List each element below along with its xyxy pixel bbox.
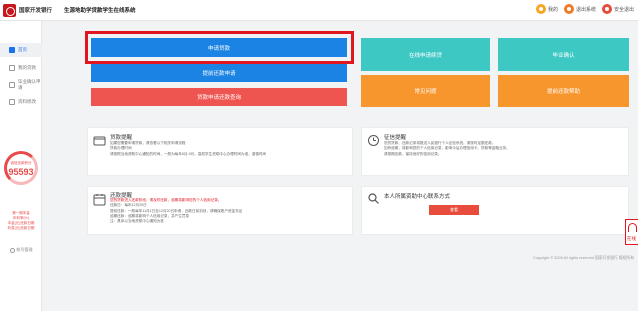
repay-notice-line: 注：具体以当地资助中心通知为准	[110, 219, 164, 224]
account-manage-link[interactable]: 帐号管理	[0, 247, 42, 253]
wallet-icon	[93, 136, 106, 146]
credit-notice-line: 请按期还款，保持良好的信用记录。	[384, 151, 442, 156]
logout-label: 退出系统	[575, 6, 596, 13]
document-icon	[9, 65, 15, 71]
sidebar-item-profile[interactable]: 资料修改	[0, 95, 42, 109]
prepay-help-button[interactable]: 提前还款帮助	[498, 75, 629, 107]
loan-notice-line: 请按照当地资助中心通知的时间，一般为每年6月-9月，高校学生资助中心办理时间为准…	[110, 151, 267, 156]
note-line: 利息(元)还款日期	[7, 226, 35, 230]
app-window: 国家开发银行 生源地助学贷款学生在线系统 我的 退出系统 安全退出 首页 我的贷…	[0, 0, 638, 311]
credit-score-gauge: 诚信还款积分 95593	[1, 149, 41, 209]
graduation-icon	[9, 82, 15, 88]
user-icon	[535, 4, 546, 14]
highlight-frame	[85, 31, 354, 64]
loan-summary-notes: 第一期本金 年利率(%) 本金(元)还款日期 利息(元)还款日期	[2, 211, 40, 231]
calendar-icon	[93, 194, 106, 206]
home-icon	[9, 47, 15, 53]
graduation-confirm-button[interactable]: 毕业确认	[498, 38, 629, 71]
sidebar-item-my-loans[interactable]: 我的贷款	[0, 61, 42, 75]
loan-notice-card: 贷款提醒 如果您需要申请贷款，请查看以下相关申请流程 贷款办理时间 请按照当地资…	[87, 127, 353, 176]
system-name: 生源地助学贷款学生在线系统	[64, 8, 136, 14]
sidebar-item-label: 我的贷款	[18, 65, 36, 70]
prepay-apply-button[interactable]: 提前还款申请	[91, 64, 347, 82]
account-manage-label: 帐号管理	[16, 247, 33, 252]
settings-icon	[9, 247, 15, 253]
bank-logo-icon	[3, 4, 16, 17]
sidebar-item-label: 毕业确认申请	[18, 79, 41, 90]
my-account-button[interactable]: 我的	[535, 4, 558, 14]
sidebar-item-label: 资料修改	[18, 99, 36, 104]
view-contact-button[interactable]: 查看	[429, 205, 479, 215]
loan-notice-title: 贷款提醒	[110, 135, 133, 141]
faq-button[interactable]: 常见问题	[361, 75, 490, 107]
copyright-text: Copyright © 2009 All rights reserved 国家开…	[533, 256, 634, 260]
contact-title: 本人所属资助中心联系方式	[384, 194, 451, 200]
loan-notice-text: 如果您需要申请贷款，请查看以下相关申请流程 贷款办理时间 请按照当地资助中心通知…	[110, 141, 348, 157]
logout-icon	[563, 4, 574, 14]
gauge-value: 95593	[8, 167, 34, 177]
power-icon	[601, 4, 612, 14]
loan-query-button[interactable]: 贷款申请还款查询	[91, 88, 347, 106]
my-account-label: 我的	[547, 6, 558, 13]
edit-icon	[9, 99, 15, 105]
sidebar-item-label: 首页	[18, 47, 27, 52]
clock-icon	[368, 135, 379, 146]
safe-exit-button[interactable]: 安全退出	[601, 4, 634, 14]
credit-notice-card: 征信提醒 您的贷款、还款记录将报送人民银行个人征信系统，请按时足额还款。 如有逾…	[361, 127, 629, 176]
sidebar-item-graduation[interactable]: 毕业确认申请	[0, 78, 42, 92]
contact-card: 本人所属资助中心联系方式	[361, 186, 629, 235]
bank-name: 国家开发银行	[19, 8, 53, 14]
credit-notice-text: 您的贷款、还款记录将报送人民银行个人征信系统，请按时足额还款。 如有逾期，将影响…	[384, 141, 624, 157]
gauge-label: 诚信还款积分	[10, 161, 32, 165]
search-icon	[368, 193, 379, 204]
top-actions: 我的 退出系统 安全退出	[535, 4, 634, 14]
repay-notice-card: 还款提醒 您的贷款进入还款阶段，请及时还款，逾期将影响您的个人信用记录。 还款日…	[87, 186, 353, 235]
headset-icon	[628, 223, 637, 232]
logout-button[interactable]: 退出系统	[563, 4, 596, 14]
sidebar-item-home[interactable]: 首页	[0, 43, 42, 57]
online-help-button[interactable]: 在线	[625, 219, 638, 245]
top-bar: 国家开发银行 生源地助学贷款学生在线系统 我的 退出系统 安全退出	[0, 0, 638, 21]
safe-exit-label: 安全退出	[613, 6, 634, 13]
online-help-label: 在线	[627, 236, 636, 241]
repay-notice-text: 您的贷款进入还款阶段，请及时还款，逾期将影响您的个人信用记录。 还款日：每年12…	[110, 198, 348, 224]
credit-notice-title: 征信提醒	[384, 135, 407, 141]
sidebar: 首页 我的贷款 毕业确认申请 资料修改 诚信还款积分 95593 第一期本金 年…	[0, 21, 42, 311]
renew-loan-button[interactable]: 在线申请续贷	[361, 38, 490, 71]
